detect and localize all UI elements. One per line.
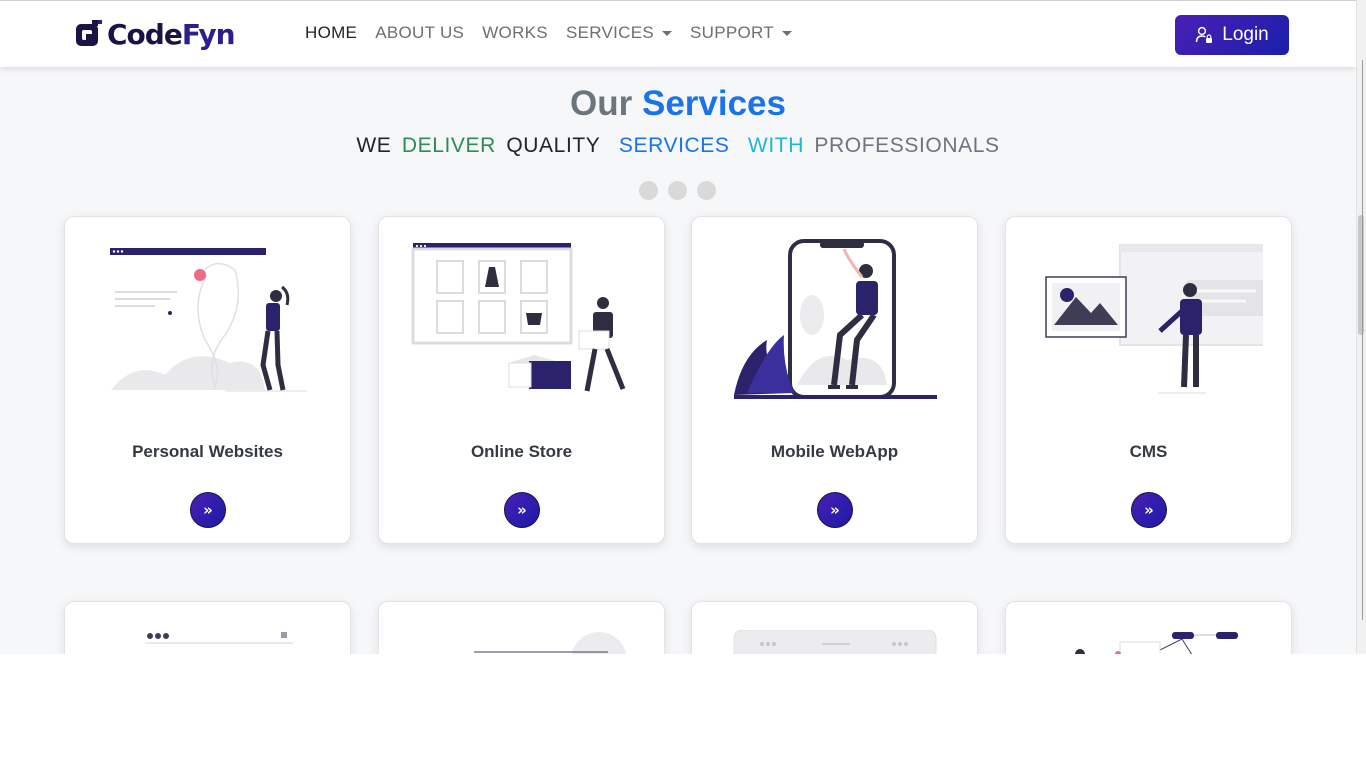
card-title: CMS: [1129, 442, 1168, 461]
nav-works[interactable]: WORKS: [482, 23, 548, 43]
login-button[interactable]: Login: [1175, 15, 1289, 55]
cms-illustration: [1045, 244, 1263, 394]
window-edge: [1362, 60, 1363, 620]
service-card[interactable]: [378, 601, 665, 654]
brand-logo[interactable]: CodeFyn: [74, 16, 236, 52]
navbar: CodeFyn HOME ABOUT US WORKS SERVICES SUP…: [0, 0, 1356, 67]
service-card[interactable]: [64, 601, 351, 654]
user-lock-icon: [1196, 26, 1213, 43]
subtitle-word: WE: [356, 134, 392, 157]
service-card[interactable]: [691, 601, 978, 654]
section-title: Our Services: [570, 84, 786, 123]
card-illustration-partial: [1075, 632, 1238, 654]
dot: [668, 181, 687, 200]
card-illustration-partial: [733, 630, 937, 654]
scrollbar-thumb[interactable]: [1358, 215, 1364, 335]
login-label: Login: [1222, 24, 1269, 45]
main-menu: HOME ABOUT US WORKS SERVICES SUPPORT: [305, 23, 792, 43]
service-card-cms[interactable]: CMS »: [1005, 216, 1292, 544]
nav-services[interactable]: SERVICES: [566, 23, 673, 43]
card-more-button[interactable]: »: [1131, 492, 1167, 528]
codefyn-logo-icon: [76, 20, 102, 46]
nav-support[interactable]: SUPPORT: [690, 23, 792, 43]
service-card-mobile-webapp[interactable]: Mobile WebApp »: [691, 216, 978, 544]
subtitle-word: PROFESSIONALS: [814, 134, 1000, 157]
section-subtitle: WE DELIVER QUALITY SERVICES WITH PROFESS…: [0, 134, 1356, 158]
card-title: Mobile WebApp: [770, 442, 899, 461]
caret-down-icon: [662, 30, 673, 36]
decorative-dots: [639, 181, 716, 200]
dot: [697, 181, 716, 200]
service-card[interactable]: [1005, 601, 1292, 654]
personal-website-illustration: [110, 248, 307, 392]
subtitle-word: DELIVER: [401, 134, 496, 157]
caret-down-icon: [782, 30, 792, 36]
subtitle-word: SERVICES: [618, 134, 730, 157]
online-store-illustration: [411, 243, 626, 392]
card-title: Online Store: [470, 442, 573, 461]
card-illustration-partial: [474, 632, 627, 654]
service-card-personal-websites[interactable]: Personal Websites »: [64, 216, 351, 544]
card-title: Personal Websites: [132, 442, 283, 461]
card-more-button[interactable]: »: [190, 492, 226, 528]
card-illustration-partial: [145, 632, 293, 644]
subtitle-word: QUALITY: [506, 134, 601, 157]
subtitle-word: WITH: [747, 134, 804, 157]
nav-about-us[interactable]: ABOUT US: [375, 23, 464, 43]
card-more-button[interactable]: »: [817, 492, 853, 528]
nav-home[interactable]: HOME: [305, 23, 357, 43]
card-more-button[interactable]: »: [504, 492, 540, 528]
dot: [639, 181, 658, 200]
page-viewport: CodeFyn HOME ABOUT US WORKS SERVICES SUP…: [0, 0, 1356, 654]
mobile-webapp-illustration: [734, 239, 937, 399]
brand-name: CodeFyn: [107, 17, 236, 51]
service-card-online-store[interactable]: Online Store »: [378, 216, 665, 544]
